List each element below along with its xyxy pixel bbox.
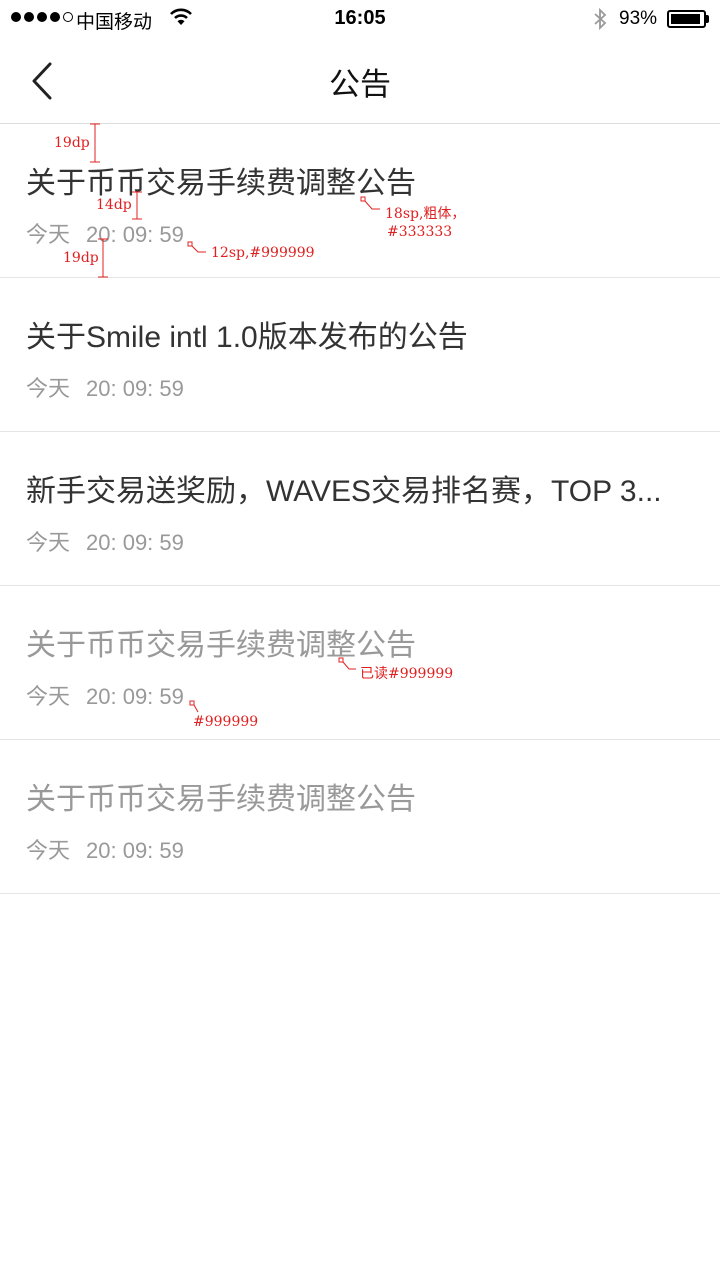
battery-tip <box>706 15 709 23</box>
annotation-meta-style: 12sp,#999999 <box>211 245 315 261</box>
date-day: 今天 <box>26 222 71 247</box>
announcement-item[interactable]: 新手交易送奖励，WAVES交易排名赛，TOP 3... 今天 20: 09: 59 <box>0 432 720 586</box>
date-day: 今天 <box>26 684 71 709</box>
annotation-title-color: #333333 <box>387 224 453 240</box>
announcement-title: 关于币币交易手续费调整公告 <box>26 629 416 662</box>
page-title: 公告 <box>329 67 391 102</box>
announcement-item[interactable]: 关于Smile intl 1.0版本发布的公告 今天 20: 09: 59 <box>0 278 720 432</box>
date-day: 今天 <box>26 838 71 863</box>
announcement-date: 今天 20: 09: 59 <box>26 217 184 249</box>
date-day: 今天 <box>26 376 71 401</box>
announcement-date: 今天 20: 09: 59 <box>26 525 184 557</box>
date-time: 20: 09: 59 <box>86 222 184 247</box>
announcement-item-read[interactable]: 关于币币交易手续费调整公告 今天 20: 09: 59 <box>0 740 720 894</box>
date-time: 20: 09: 59 <box>86 684 184 709</box>
annotation-read-title: 已读#999999 <box>360 666 454 682</box>
announcement-title: 关于Smile intl 1.0版本发布的公告 <box>26 321 468 354</box>
annotation-bottom-spacing: 19dp <box>63 250 99 266</box>
date-time: 20: 09: 59 <box>86 530 184 555</box>
announcement-title: 新手交易送奖励，WAVES交易排名赛，TOP 3... <box>26 475 662 508</box>
announcement-title: 关于币币交易手续费调整公告 <box>26 167 416 200</box>
announcement-date: 今天 20: 09: 59 <box>26 679 184 711</box>
annotation-title-style: 18sp,粗体， <box>385 206 466 222</box>
date-time: 20: 09: 59 <box>86 376 184 401</box>
date-day: 今天 <box>26 530 71 555</box>
status-bar: 中国移动 16:05 93% <box>0 0 720 40</box>
announcement-date: 今天 20: 09: 59 <box>26 371 184 403</box>
annotation-top-spacing: 19dp <box>54 135 90 151</box>
annotation-read-meta: #999999 <box>193 714 259 730</box>
battery-percent: 93% <box>619 8 658 29</box>
battery-icon <box>667 10 706 28</box>
annotation-title-meta-spacing: 14dp <box>96 197 132 213</box>
announcement-title: 关于币币交易手续费调整公告 <box>26 783 416 816</box>
clock: 16:05 <box>334 7 386 29</box>
bluetooth-icon <box>592 7 608 36</box>
date-time: 20: 09: 59 <box>86 838 184 863</box>
nav-bar: 公告 <box>0 40 720 124</box>
announcement-date: 今天 20: 09: 59 <box>26 833 184 865</box>
announcement-list: 关于币币交易手续费调整公告 今天 20: 09: 59 关于Smile intl … <box>0 124 720 894</box>
